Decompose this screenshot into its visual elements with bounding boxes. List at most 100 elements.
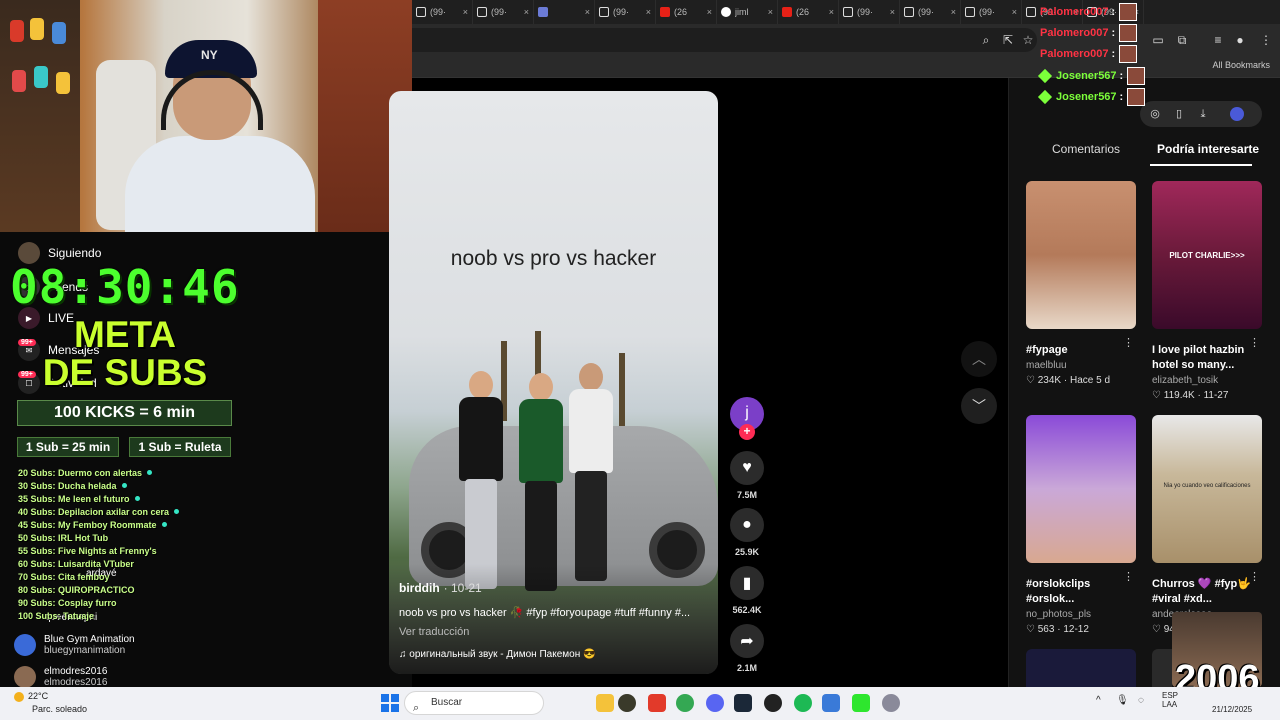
more-icon[interactable]: ⋮ <box>1123 336 1134 349</box>
close-icon[interactable]: × <box>829 7 834 17</box>
steam-icon[interactable] <box>734 694 752 712</box>
cap-logo: NY <box>201 48 218 62</box>
browser-tab[interactable]: × <box>534 0 595 24</box>
tab-podria-interesarte[interactable]: Podría interesarte <box>1157 142 1259 156</box>
suggested-video-card[interactable]: Nia yo cuando veo calificaciones Churros… <box>1152 415 1262 635</box>
sub-goal-item: 20 Subs: Duermo con alertas <box>18 466 218 479</box>
browser-tab[interactable]: (99· × <box>595 0 656 24</box>
app-icon[interactable] <box>648 694 666 712</box>
install-icon[interactable]: ⇱ <box>1000 32 1016 48</box>
kick-icon[interactable] <box>852 694 870 712</box>
chevron-down-icon: ﹀ <box>972 398 986 414</box>
menu-icon[interactable]: ⋮ <box>1258 32 1274 48</box>
chat-message: Josener567: <box>1037 88 1150 106</box>
chrome-icon[interactable] <box>676 694 694 712</box>
browser-tab[interactable]: (99· × <box>473 0 534 24</box>
card-author: elizabeth_tosik <box>1152 375 1219 386</box>
tab-comentarios[interactable]: Comentarios <box>1052 142 1120 156</box>
following-item[interactable]: elmodres2016 elmodres2016 <box>14 666 107 688</box>
sub-goal-item: 40 Subs: Depilacion axilar con cera <box>18 505 218 518</box>
close-icon[interactable]: × <box>585 7 590 17</box>
weather-widget[interactable]: 22°C Parc. soleado <box>14 691 87 714</box>
settings-icon[interactable] <box>882 694 900 712</box>
more-icon[interactable]: ⋮ <box>1249 570 1260 583</box>
microphone-icon[interactable]: 🎙 <box>1116 695 1129 706</box>
card-caption: Churros 💜 #fyp🤟 #viral #xd... <box>1152 578 1251 605</box>
video-thumbnail[interactable] <box>1026 649 1136 687</box>
cast-icon[interactable]: ▭ <box>1150 32 1166 48</box>
star-icon[interactable]: ☆ <box>1020 32 1036 48</box>
video-author[interactable]: birddih · 10-21 <box>399 581 482 595</box>
browser-tab[interactable]: (99· × <box>900 0 961 24</box>
phone-icon[interactable]: ▯ <box>1172 107 1186 121</box>
app-icon[interactable] <box>618 694 636 712</box>
close-icon[interactable]: × <box>1012 7 1017 17</box>
address-bar[interactable] <box>412 28 1037 52</box>
music-label[interactable]: ♫ оригинальный звук - Димон Пакемон 😎 <box>399 649 595 660</box>
comment-button[interactable]: ● 25.9K <box>730 508 764 557</box>
avatar[interactable] <box>1230 107 1244 121</box>
close-icon[interactable]: × <box>951 7 956 17</box>
more-icon[interactable]: ⋮ <box>1249 336 1260 349</box>
browser-tab[interactable]: (99· × <box>412 0 473 24</box>
browser-tab[interactable]: (99· × <box>961 0 1022 24</box>
translate-link[interactable]: Ver traducción <box>399 626 469 638</box>
like-button[interactable]: ♥ 7.5M <box>730 451 764 500</box>
chevron-up-icon[interactable]: ^ <box>1096 695 1101 706</box>
windows-start-icon[interactable] <box>381 694 399 712</box>
browser-tab[interactable]: (26 × <box>778 0 839 24</box>
app-icon[interactable] <box>764 694 782 712</box>
media-icon[interactable]: ≡ <box>1210 32 1226 48</box>
follow-plus-icon[interactable]: + <box>739 424 755 440</box>
more-icon[interactable]: ⋮ <box>1123 570 1134 583</box>
card-caption: #fypage <box>1026 344 1068 356</box>
close-icon[interactable]: × <box>707 7 712 17</box>
sub-goal-item: 90 Subs: Cosplay furro <box>18 597 117 608</box>
following-item[interactable]: Blue Gym Animation bluegymanimation <box>14 634 135 656</box>
previous-video-button[interactable]: ︿ <box>961 341 997 377</box>
close-icon[interactable]: × <box>524 7 529 17</box>
save-button[interactable]: ▮ 562.4K <box>730 566 764 615</box>
discord-icon[interactable] <box>706 694 724 712</box>
suggested-video-card[interactable]: #orslokclips #orslok... ⋮ no_photos_pls … <box>1026 415 1136 635</box>
browser-tab[interactable]: (99· × <box>839 0 900 24</box>
notepad-icon[interactable] <box>822 694 840 712</box>
zoom-icon[interactable]: ⌕ <box>978 32 994 48</box>
card-stats: ♡ 119.4K · 11-27 <box>1152 390 1229 401</box>
status-dot <box>161 522 167 527</box>
close-icon[interactable]: × <box>646 7 651 17</box>
nav-label: Siguiendo <box>48 246 102 260</box>
notification-icon[interactable]: ◌ <box>1138 695 1144 706</box>
taskbar-search[interactable]: ⌕ Buscar <box>404 691 544 715</box>
close-icon[interactable]: × <box>463 7 468 17</box>
taskbar-date[interactable]: 21/12/2025 <box>1212 705 1252 714</box>
tiktok-icon <box>904 7 914 17</box>
comment-icon: ● <box>730 508 764 542</box>
video-thumbnail <box>1026 415 1136 563</box>
following-name: elmodres2016 <box>44 666 108 677</box>
file-explorer-icon[interactable] <box>596 694 614 712</box>
car <box>409 426 718 586</box>
download-icon[interactable]: ⤓ <box>1196 107 1210 121</box>
close-icon[interactable]: × <box>890 7 895 17</box>
spotify-icon[interactable] <box>794 694 812 712</box>
all-bookmarks-button[interactable]: All Bookmarks <box>1212 60 1270 70</box>
video-player[interactable]: noob vs pro vs hacker birddih · 10-21 noo… <box>389 91 718 674</box>
video-thumbnail[interactable] <box>1152 649 1172 687</box>
next-video-button[interactable]: ﹀ <box>961 388 997 424</box>
tiktok-icon <box>1026 7 1036 17</box>
profile-icon[interactable]: ● <box>1232 32 1248 48</box>
extensions-icon[interactable]: ⧉ <box>1174 32 1190 48</box>
video-caption[interactable]: noob vs pro vs hacker 🥀 #fyp #foryoupage… <box>399 606 704 619</box>
language-indicator[interactable]: ESP LAA <box>1162 691 1178 709</box>
share-button[interactable]: ➦ 2.1M <box>730 624 764 673</box>
browser-tab[interactable]: (26 × <box>656 0 717 24</box>
video-thumbnail: Nia yo cuando veo calificaciones <box>1152 415 1262 563</box>
compass-icon[interactable]: ◎ <box>1148 107 1162 121</box>
save-count: 562.4K <box>732 605 762 615</box>
suggested-video-card[interactable]: #fypage ⋮ maelbluu ♡ 234K · Hace 5 d <box>1026 181 1136 386</box>
close-icon[interactable]: × <box>768 7 773 17</box>
browser-tab[interactable]: jiml × <box>717 0 778 24</box>
streamer-webcam: NY <box>0 0 412 232</box>
suggested-video-card[interactable]: PILOT CHARLIE>>> I love pilot hazbin hot… <box>1152 181 1262 401</box>
